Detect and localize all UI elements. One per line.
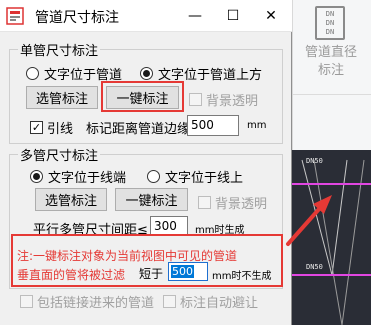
leader-checkbox[interactable]: ✓ 引线	[30, 118, 73, 137]
offset-input[interactable]: 500	[187, 115, 239, 136]
note-line-2: 垂直面的管将被过滤	[17, 268, 126, 282]
pipe-diameter-icon[interactable]: DN DN DN	[315, 6, 345, 40]
offset-label: 标记距离管道边缘	[86, 122, 191, 137]
radio-text-at-line-end[interactable]: 文字位于线端	[30, 167, 126, 186]
pipe-dimension-dialog: 管道尺寸标注 — ☐ ✕ 单管尺寸标注 文字位于管道 文字位于管道上方 选管标注…	[0, 0, 292, 325]
minimize-button[interactable]: —	[176, 0, 214, 32]
multi-select-pipe-button[interactable]: 选管标注	[35, 188, 107, 211]
checkbox-label: 标注自动避让	[180, 296, 259, 311]
multi-one-click-button[interactable]: 一键标注	[115, 188, 188, 211]
radio-indicator	[26, 67, 39, 80]
radio-indicator-selected	[140, 67, 153, 80]
window-title: 管道尺寸标注	[35, 10, 119, 26]
cad-dimension-label: DN50	[306, 157, 323, 165]
checkbox-box	[198, 196, 211, 209]
cad-pipe-2	[292, 274, 371, 276]
single-select-pipe-button[interactable]: 选管标注	[26, 86, 98, 109]
background-ribbon: DN DN DN 管道直径 标注	[292, 0, 371, 150]
cad-pipe-1	[292, 183, 371, 185]
icon-text-2: DN	[325, 19, 335, 27]
checkbox-box	[189, 93, 202, 106]
checkbox-label: 背景透明	[215, 197, 268, 212]
offset-unit: mm	[247, 120, 267, 131]
shorter-than-value: 500	[171, 265, 194, 278]
single-bg-transparent-checkbox[interactable]: 背景透明	[189, 90, 258, 109]
single-one-click-button[interactable]: 一键标注	[106, 86, 179, 109]
checkbox-box	[20, 295, 33, 308]
radio-indicator	[147, 170, 160, 183]
single-pipe-group-title: 单管尺寸标注	[18, 40, 101, 59]
ribbon-label-line2: 标注	[317, 63, 344, 78]
ribbon-button-label[interactable]: 管道直径 标注	[301, 44, 361, 80]
radio-label: 文字位于线端	[48, 171, 127, 186]
multi-pipe-group-title: 多管尺寸标注	[18, 145, 101, 164]
icon-text-1: DN	[325, 10, 335, 18]
shorter-label: 短于	[139, 267, 164, 281]
app-icon	[6, 7, 24, 25]
icon-text-3: DN	[325, 28, 335, 36]
multi-bg-transparent-checkbox[interactable]: 背景透明	[198, 193, 267, 212]
shorter-than-input[interactable]: 500	[168, 262, 208, 281]
ribbon-label-line1: 管道直径	[304, 45, 357, 60]
ribbon-divider	[293, 94, 371, 95]
checkbox-label: 包括链接进来的管道	[37, 296, 155, 311]
checkbox-label: 引线	[47, 122, 74, 137]
auto-avoid-checkbox[interactable]: 标注自动避让	[163, 292, 258, 311]
radio-indicator-selected	[30, 170, 43, 183]
shorter-suffix: mm时不生成	[212, 271, 272, 282]
cad-dimension-label: DN50	[306, 263, 323, 271]
cad-canvas[interactable]: DN50 DN50	[292, 150, 371, 325]
close-button[interactable]: ✕	[252, 0, 290, 32]
checkbox-label: 背景透明	[206, 94, 259, 109]
cad-geometry	[301, 159, 365, 325]
checkbox-box	[163, 295, 176, 308]
note-box: 注:一键标注对象为当前视图中可见的管道 垂直面的管将被过滤 短于 500 mm时…	[11, 234, 283, 287]
maximize-button[interactable]: ☐	[214, 0, 252, 32]
radio-text-on-line[interactable]: 文字位于线上	[147, 167, 243, 186]
check-mark-icon: ✓	[30, 121, 43, 134]
radio-label: 文字位于线上	[165, 171, 244, 186]
title-bar[interactable]: 管道尺寸标注 — ☐ ✕	[0, 0, 292, 32]
include-linked-checkbox[interactable]: 包括链接进来的管道	[20, 292, 154, 311]
